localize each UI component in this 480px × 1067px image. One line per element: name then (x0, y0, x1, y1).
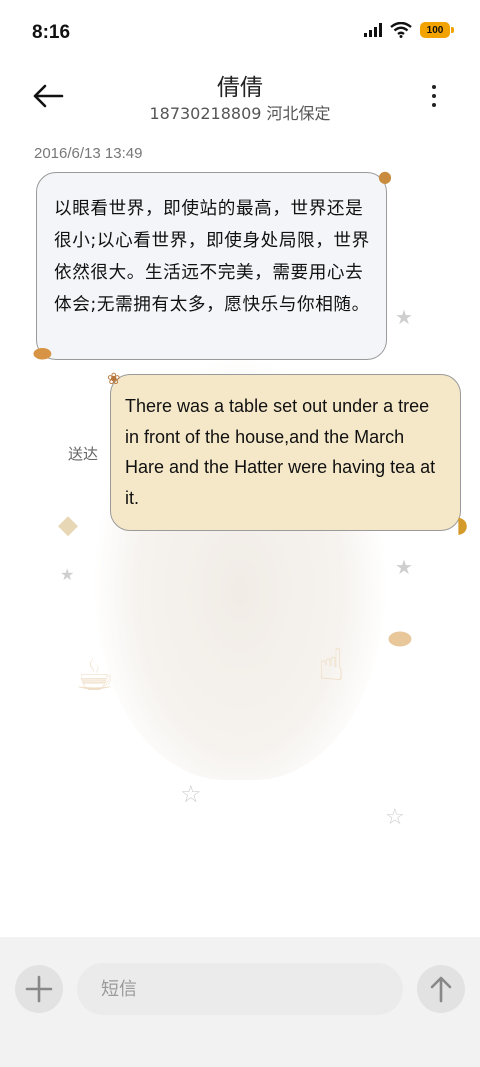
star-outline-icon: ☆ (180, 780, 202, 808)
contact-name: 倩倩 (217, 75, 263, 101)
message-text: 以眼看世界，即使站的最高，世界还是很小;以心看世界，即使身处局限，世界依然很大。… (54, 199, 370, 315)
cookie-icon: ● (378, 167, 392, 186)
status-time: 8:16 (32, 22, 71, 43)
message-timestamp: 2016/6/13 13:49 (34, 145, 143, 162)
hotdog-icon: ⬬ (33, 342, 52, 367)
conversation-header: 倩倩 18730218809 河北保定 (0, 64, 480, 134)
battery-icon: 100 (420, 22, 454, 38)
status-bar: 8:16 100 (0, 0, 480, 64)
bubble-tea-icon: ☕ (75, 650, 115, 701)
battery-level: 100 (426, 24, 444, 36)
taco-icon: ◗ (456, 513, 468, 538)
delivered-status: 送达 (68, 445, 99, 463)
plus-icon (25, 975, 53, 1003)
compose-bar (0, 937, 480, 1067)
hand-gesture-icon: ☝ (318, 640, 345, 691)
star-outline-icon: ☆ (385, 805, 405, 830)
add-attachment-button[interactable] (15, 965, 63, 1013)
more-options-button[interactable] (422, 78, 446, 114)
arrow-up-icon (430, 976, 452, 1003)
contact-subtitle: 18730218809 河北保定 (149, 104, 331, 123)
star-icon: ★ (395, 555, 413, 579)
star-icon: ★ (60, 565, 75, 584)
received-message-bubble[interactable]: 以眼看世界，即使站的最高，世界还是很小;以心看世界，即使身处局限，世界依然很大。… (33, 167, 392, 367)
status-icons: 100 (364, 22, 454, 38)
send-button[interactable] (417, 965, 465, 1013)
sent-message-bubble[interactable]: There was a table set out under a tree i… (107, 369, 468, 538)
star-icon: ★ (395, 305, 413, 329)
more-vertical-icon (432, 85, 436, 89)
message-text: There was a table set out under a tree i… (125, 396, 436, 508)
wifi-icon (390, 22, 412, 38)
pretzel-icon: ❀ (107, 369, 121, 388)
hotdog-icon: ⬬ (388, 622, 412, 655)
sms-input[interactable] (77, 963, 403, 1015)
signal-icon (364, 23, 382, 37)
sandwich-icon: ◆ (58, 510, 78, 540)
